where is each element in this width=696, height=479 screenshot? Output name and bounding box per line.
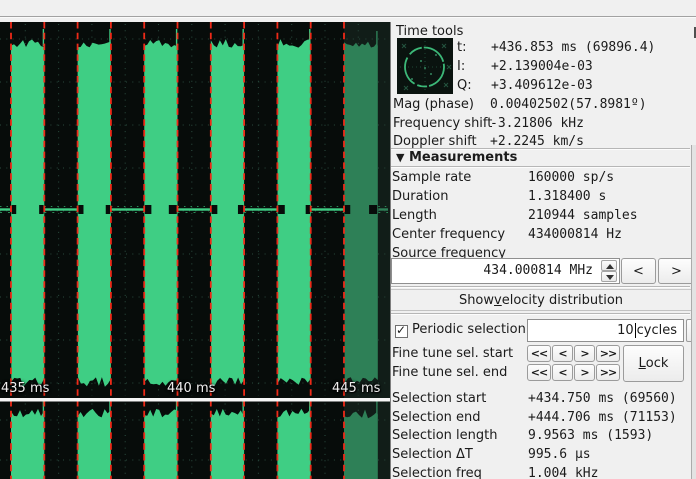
iq-readout: t: +436.853 ms (69896.4) I: +2.139004e-03 Q:…	[457, 39, 695, 96]
fine-tune-step-button[interactable]: >>	[596, 345, 620, 362]
spin-up-button[interactable]	[601, 260, 617, 271]
row-label: Selection length	[392, 428, 497, 443]
source-frequency-input[interactable]: 434.000814 MHz	[391, 258, 620, 284]
info-row: Duration 1.318400 s	[391, 188, 691, 207]
row-label: Q:	[457, 78, 472, 93]
row-label: Selection end	[392, 410, 481, 425]
row-label: Selection start	[392, 391, 486, 406]
info-row: I: +2.139004e-03	[457, 58, 695, 77]
iq-constellation-icon	[397, 38, 453, 94]
measurements-header[interactable]: ▼ Measurements	[396, 150, 517, 165]
row-value: 1.318400 s	[528, 189, 606, 204]
cycles-value: 10	[617, 323, 634, 338]
row-value: 160000 sp/s	[528, 170, 614, 185]
row-value: +434.750 ms (69560)	[528, 391, 677, 406]
separator	[391, 166, 690, 168]
row-value: 0.00402502(57.8981º)	[490, 97, 647, 112]
info-row: Mag (phase) 0.00402502(57.8981º)	[391, 96, 691, 115]
frequency-spinner[interactable]	[601, 260, 617, 282]
row-value: +2.139004e-03	[491, 59, 593, 74]
row-label: Duration	[392, 189, 448, 204]
row-label: Sample rate	[392, 170, 471, 185]
row-value: 995.6 µs	[528, 447, 591, 462]
periodic-selection-checkbox[interactable]: ✓	[395, 325, 408, 338]
info-row: Selection end +444.706 ms (71153)	[391, 409, 691, 428]
collapse-triangle-icon[interactable]: ▼	[396, 151, 404, 164]
info-row: Q: +3.409612e-03	[457, 77, 695, 96]
row-label: Selection freq	[392, 466, 482, 479]
row-value: +444.706 ms (71153)	[528, 410, 677, 425]
row-label: Selection ΔT	[392, 447, 473, 462]
row-label: I:	[457, 59, 465, 74]
fine-tune-step-button[interactable]: <	[552, 364, 573, 381]
waveform-plot[interactable]	[0, 22, 390, 479]
fine-tune-step-button[interactable]: >	[574, 364, 595, 381]
fine-tune-label: Fine tune sel. end	[392, 365, 507, 380]
info-row: Center frequency 434000814 Hz	[391, 226, 691, 245]
info-row: Sample rate 160000 sp/s	[391, 169, 691, 188]
fine-tune-step-button[interactable]: >	[574, 345, 595, 362]
fine-tune-step-button[interactable]: >>	[596, 364, 620, 381]
cycles-suffix: cycles	[637, 323, 677, 338]
cycles-input[interactable]: 10 cycles	[527, 319, 684, 342]
separator	[391, 313, 690, 315]
time-tick-label: 445 ms	[332, 381, 380, 396]
scrollbar[interactable]	[691, 145, 696, 479]
lock-button[interactable]: Lock	[623, 345, 684, 382]
fine-tune-buttons: <<<>>>	[527, 364, 620, 381]
row-label: Length	[392, 208, 437, 223]
show-velocity-distribution-button[interactable]: Show velocity distribution	[391, 289, 691, 311]
info-row: Frequency shift-3.21806 kHz	[391, 115, 691, 134]
waveform-view[interactable]: 435 ms 440 ms 445 ms	[0, 22, 390, 479]
row-value: 9.9563 ms (1593)	[528, 428, 653, 443]
arrow-down-icon	[606, 275, 614, 280]
row-value: 1.004 kHz	[528, 466, 598, 479]
info-row: Selection freq 1.004 kHz	[391, 465, 691, 479]
row-value: +2.2245 km/s	[490, 134, 584, 149]
time-tick-label: 440 ms	[167, 381, 215, 396]
app-window: 435 ms 440 ms 445 ms Time tools t: +436.853…	[0, 0, 696, 479]
time-tools-title: Time tools	[396, 24, 463, 39]
info-row: t: +436.853 ms (69896.4)	[457, 39, 695, 58]
row-value: -3.21806 kHz	[490, 116, 584, 131]
measurements-rows: Sample rate 160000 sp/s Duration 1.318400 s…	[391, 169, 691, 264]
row-label: Mag (phase)	[393, 97, 474, 112]
info-row: Selection start +434.750 ms (69560)	[391, 390, 691, 409]
periodic-selection-label: Periodic selection	[412, 322, 526, 337]
checkmark-icon: ✓	[396, 323, 406, 337]
row-value: +436.853 ms (69896.4)	[491, 40, 655, 55]
info-row: Selection length 9.9563 ms (1593)	[391, 427, 691, 446]
row-label: Frequency shift	[393, 116, 492, 131]
fine-tune-step-button[interactable]: <<	[527, 364, 551, 381]
row-label: Center frequency	[392, 227, 505, 242]
row-label: Doppler shift	[393, 134, 477, 149]
text-cursor	[635, 323, 636, 338]
step-forward-button[interactable]: >	[658, 258, 695, 284]
info-row: Selection ΔT 995.6 µs	[391, 446, 691, 465]
fine-tune-step-button[interactable]: <	[552, 345, 573, 362]
selection-info-rows: Selection start+434.750 ms (69560)Select…	[391, 390, 691, 479]
source-frequency-value: 434.000814 MHz	[483, 263, 593, 278]
fine-tune-buttons: <<<>>>	[527, 345, 620, 362]
spin-down-button[interactable]	[601, 271, 617, 282]
row-value: +3.409612e-03	[491, 78, 593, 93]
separator	[391, 286, 690, 288]
step-back-button[interactable]: <	[621, 258, 656, 284]
fine-tune-step-button[interactable]: <<	[527, 345, 551, 362]
fine-tune-label: Fine tune sel. start	[392, 346, 513, 361]
row-value: 210944 samples	[528, 208, 638, 223]
row-value: 434000814 Hz	[528, 227, 622, 242]
top-strip	[0, 0, 696, 22]
right-panel: Time tools t: +436.853 ms (69896.4) I: +2.1…	[390, 22, 696, 479]
time-tools-rows: Mag (phase) 0.00402502(57.8981º) Frequency…	[391, 96, 691, 152]
arrow-up-icon	[606, 264, 614, 269]
time-tick-label: 435 ms	[1, 381, 49, 396]
info-row: Length 210944 samples	[391, 207, 691, 226]
row-label: t:	[457, 40, 466, 55]
